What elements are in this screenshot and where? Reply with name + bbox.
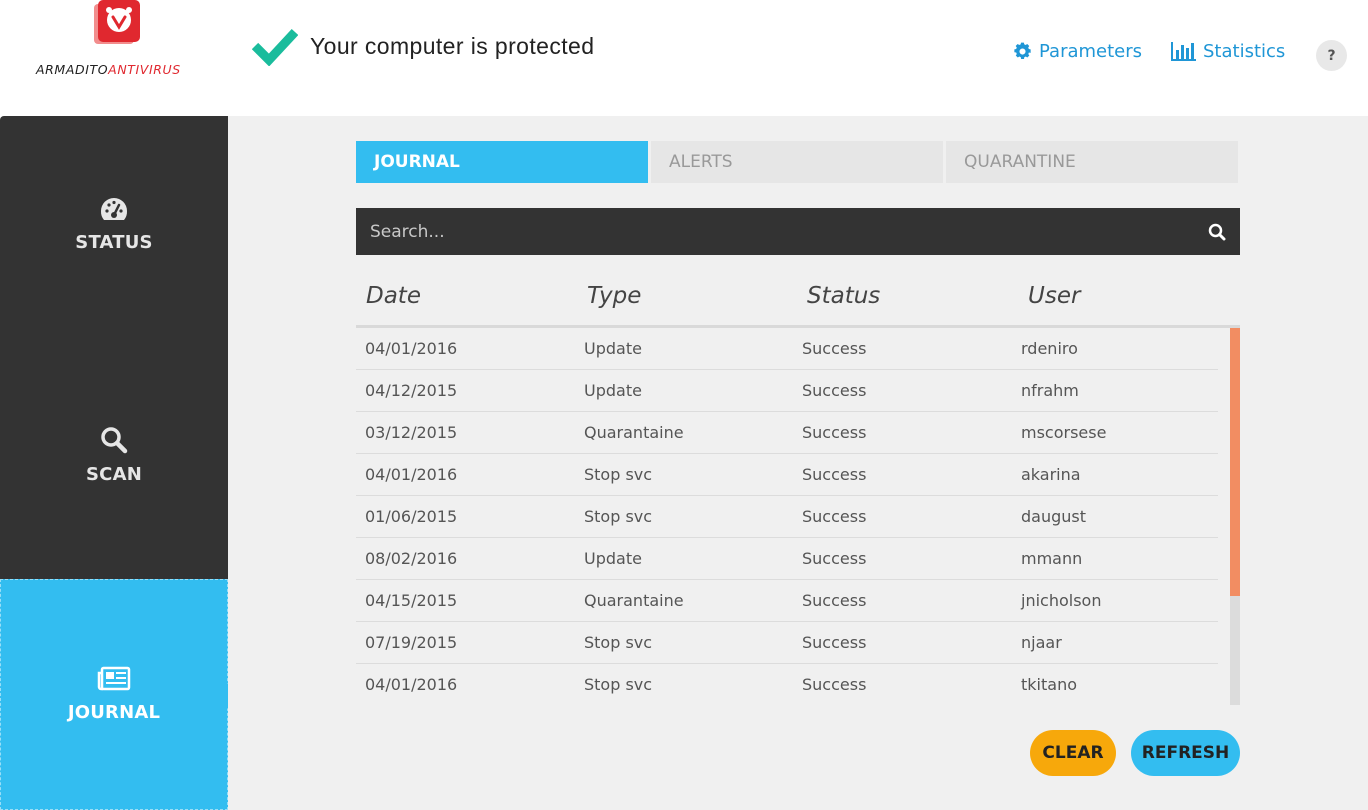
cell-user: mscorsese [1021,423,1107,442]
journal-table: 04/01/2016 Update Success rdeniro 04/12/… [356,328,1240,705]
sidebar-item-label: STATUS [75,232,153,253]
table-row[interactable]: 03/12/2015 Quarantaine Success mscorsese [356,412,1218,454]
statistics-label: Statistics [1203,40,1286,62]
protection-status: Your computer is protected [252,26,594,66]
cell-user: daugust [1021,507,1087,526]
clear-button[interactable]: CLEAR [1030,730,1116,776]
cell-date: 04/01/2016 [365,339,458,358]
journal-tabs: JOURNAL ALERTS QUARANTINE [356,141,1241,183]
armadito-logo-icon [94,0,140,44]
cell-user: akarina [1021,465,1081,484]
cell-date: 04/01/2016 [365,675,458,694]
sidebar-item-status[interactable]: STATUS [0,196,228,253]
table-row[interactable]: 04/15/2015 Quarantaine Success jnicholso… [356,580,1218,622]
column-header-type[interactable]: Type [587,283,641,309]
parameters-label: Parameters [1039,40,1143,62]
cell-user: nfrahm [1021,381,1079,400]
cell-status: Success [802,381,867,400]
search-input[interactable] [370,221,1208,242]
newspaper-icon [97,666,131,691]
cell-status: Success [802,633,867,652]
cell-status: Success [802,549,867,568]
cell-date: 08/02/2016 [365,549,458,568]
sidebar-item-journal[interactable]: JOURNAL [0,579,239,810]
column-header-date[interactable]: Date [366,283,421,309]
gear-icon [1014,42,1031,59]
cell-date: 04/01/2016 [365,465,458,484]
cell-date: 03/12/2015 [365,423,458,442]
checkmark-icon [252,28,298,66]
parameters-link[interactable]: Parameters [1012,38,1142,64]
cell-type: Quarantaine [584,423,684,442]
cell-date: 07/19/2015 [365,633,458,652]
cell-status: Success [802,465,867,484]
magnifier-icon [101,427,128,454]
cell-type: Stop svc [584,675,653,694]
scrollbar-thumb[interactable] [1230,328,1240,596]
cell-status: Success [802,423,867,442]
table-row[interactable]: 04/12/2015 Update Success nfrahm [356,370,1218,412]
cell-user: njaar [1021,633,1062,652]
cell-status: Success [802,591,867,610]
cell-type: Stop svc [584,465,653,484]
cell-date: 04/12/2015 [365,381,458,400]
tab-journal[interactable]: JOURNAL [356,141,648,183]
cell-type: Update [584,381,642,400]
table-row[interactable]: 01/06/2015 Stop svc Success daugust [356,496,1218,538]
table-row[interactable]: 08/02/2016 Update Success mmann [356,538,1218,580]
cell-status: Success [802,339,867,358]
table-header: Date Type Status User [356,266,1240,328]
cell-type: Update [584,549,642,568]
cell-status: Success [802,507,867,526]
cell-type: Quarantaine [584,591,684,610]
refresh-button[interactable]: REFRESH [1131,730,1240,776]
cell-user: jnicholson [1021,591,1102,610]
cell-user: mmann [1021,549,1083,568]
cell-user: rdeniro [1021,339,1078,358]
sidebar-item-label: SCAN [86,464,142,485]
cell-user: tkitano [1021,675,1077,694]
status-message: Your computer is protected [310,32,595,59]
sidebar: STATUS SCAN JOURNAL [0,116,239,810]
app-logo: ARMADITOANTIVIRUS [36,0,206,80]
statistics-link[interactable]: Statistics [1170,38,1285,64]
table-row[interactable]: 04/01/2016 Stop svc Success akarina [356,454,1218,496]
cell-type: Stop svc [584,507,653,526]
cell-date: 04/15/2015 [365,591,458,610]
tab-quarantine[interactable]: QUARANTINE [946,141,1238,183]
search-icon[interactable] [1208,223,1226,241]
cell-type: Update [584,339,642,358]
app-header: ARMADITOANTIVIRUS Your computer is prote… [0,0,1368,116]
logo-text-antivirus: ANTIVIRUS [108,62,181,77]
cell-type: Stop svc [584,633,653,652]
sidebar-item-scan[interactable]: SCAN [0,426,228,485]
table-row[interactable]: 04/01/2016 Update Success rdeniro [356,328,1218,370]
table-row[interactable]: 07/19/2015 Stop svc Success njaar [356,622,1218,664]
table-row[interactable]: 04/01/2016 Stop svc Success tkitano [356,664,1218,705]
sidebar-item-label: JOURNAL [67,702,161,723]
column-header-user[interactable]: User [1028,283,1080,309]
cell-status: Success [802,675,867,694]
gauge-icon [100,198,128,220]
column-header-status[interactable]: Status [807,283,880,309]
bar-chart-icon [1171,41,1196,61]
journal-panel: JOURNAL ALERTS QUARANTINE Date Type Stat… [228,116,1368,810]
table-scrollbar[interactable] [1230,328,1240,705]
tab-alerts[interactable]: ALERTS [651,141,943,183]
cell-date: 01/06/2015 [365,507,458,526]
logo-text-armadito: ARMADITO [36,62,109,77]
search-bar [356,208,1240,255]
logo-wordmark: ARMADITOANTIVIRUS [36,62,181,77]
help-button[interactable]: ? [1316,40,1347,71]
